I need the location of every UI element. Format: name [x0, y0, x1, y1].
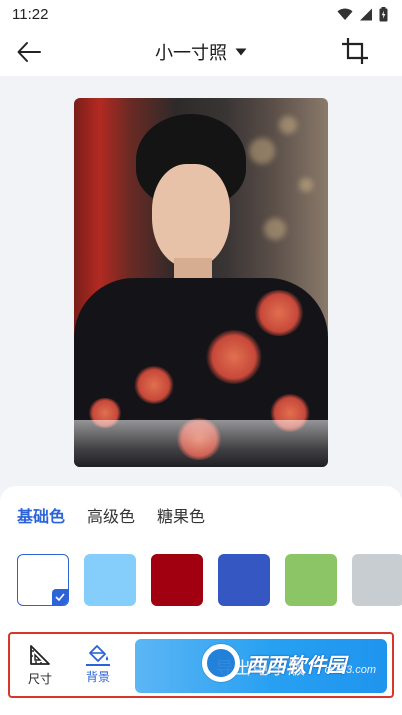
background-tool-underline: [86, 664, 110, 666]
background-tool-button[interactable]: 背景: [80, 644, 116, 690]
color-swatch-green[interactable]: [285, 554, 337, 606]
status-bar: 11:22: [0, 0, 402, 28]
wifi-icon: [337, 8, 353, 20]
color-swatch-blue[interactable]: [218, 554, 270, 606]
color-category-tabs: 基础色 高级色 糖果色: [17, 503, 205, 527]
tab-advanced-colors[interactable]: 高级色: [87, 503, 135, 527]
ruler-icon: [30, 645, 50, 665]
status-icons: [337, 6, 388, 22]
status-time: 11:22: [12, 5, 49, 23]
crop-icon[interactable]: [342, 38, 368, 64]
battery-icon: [379, 6, 388, 21]
preview-area: [0, 76, 402, 486]
color-swatch-white[interactable]: [17, 554, 69, 606]
back-arrow-icon[interactable]: [16, 40, 42, 64]
size-tool-button[interactable]: 尺寸: [22, 644, 58, 690]
size-tool-label: 尺寸: [27, 672, 52, 686]
photo-size-selector[interactable]: 小一寸照: [155, 39, 247, 65]
page-title: 小一寸照: [155, 43, 227, 63]
signal-icon: [360, 8, 372, 20]
background-tool-label: 背景: [85, 670, 110, 684]
portrait-photo: [74, 98, 328, 467]
bottom-action-bar: 尺寸 背景 导出电子版: [8, 632, 394, 698]
check-icon: [52, 589, 68, 605]
app-bar: 小一寸照: [0, 28, 402, 76]
export-digital-button[interactable]: 导出电子版: [135, 639, 387, 693]
paint-bucket-icon: [89, 645, 109, 662]
tab-candy-colors[interactable]: 糖果色: [157, 503, 205, 527]
color-swatch-gray[interactable]: [352, 554, 402, 606]
export-button-label: 导出电子版: [216, 658, 306, 678]
color-swatch-red[interactable]: [151, 554, 203, 606]
color-swatch-light-blue[interactable]: [84, 554, 136, 606]
tab-basic-colors[interactable]: 基础色: [17, 503, 65, 527]
dropdown-caret-icon: [235, 48, 247, 56]
color-swatch-row: [17, 554, 402, 608]
